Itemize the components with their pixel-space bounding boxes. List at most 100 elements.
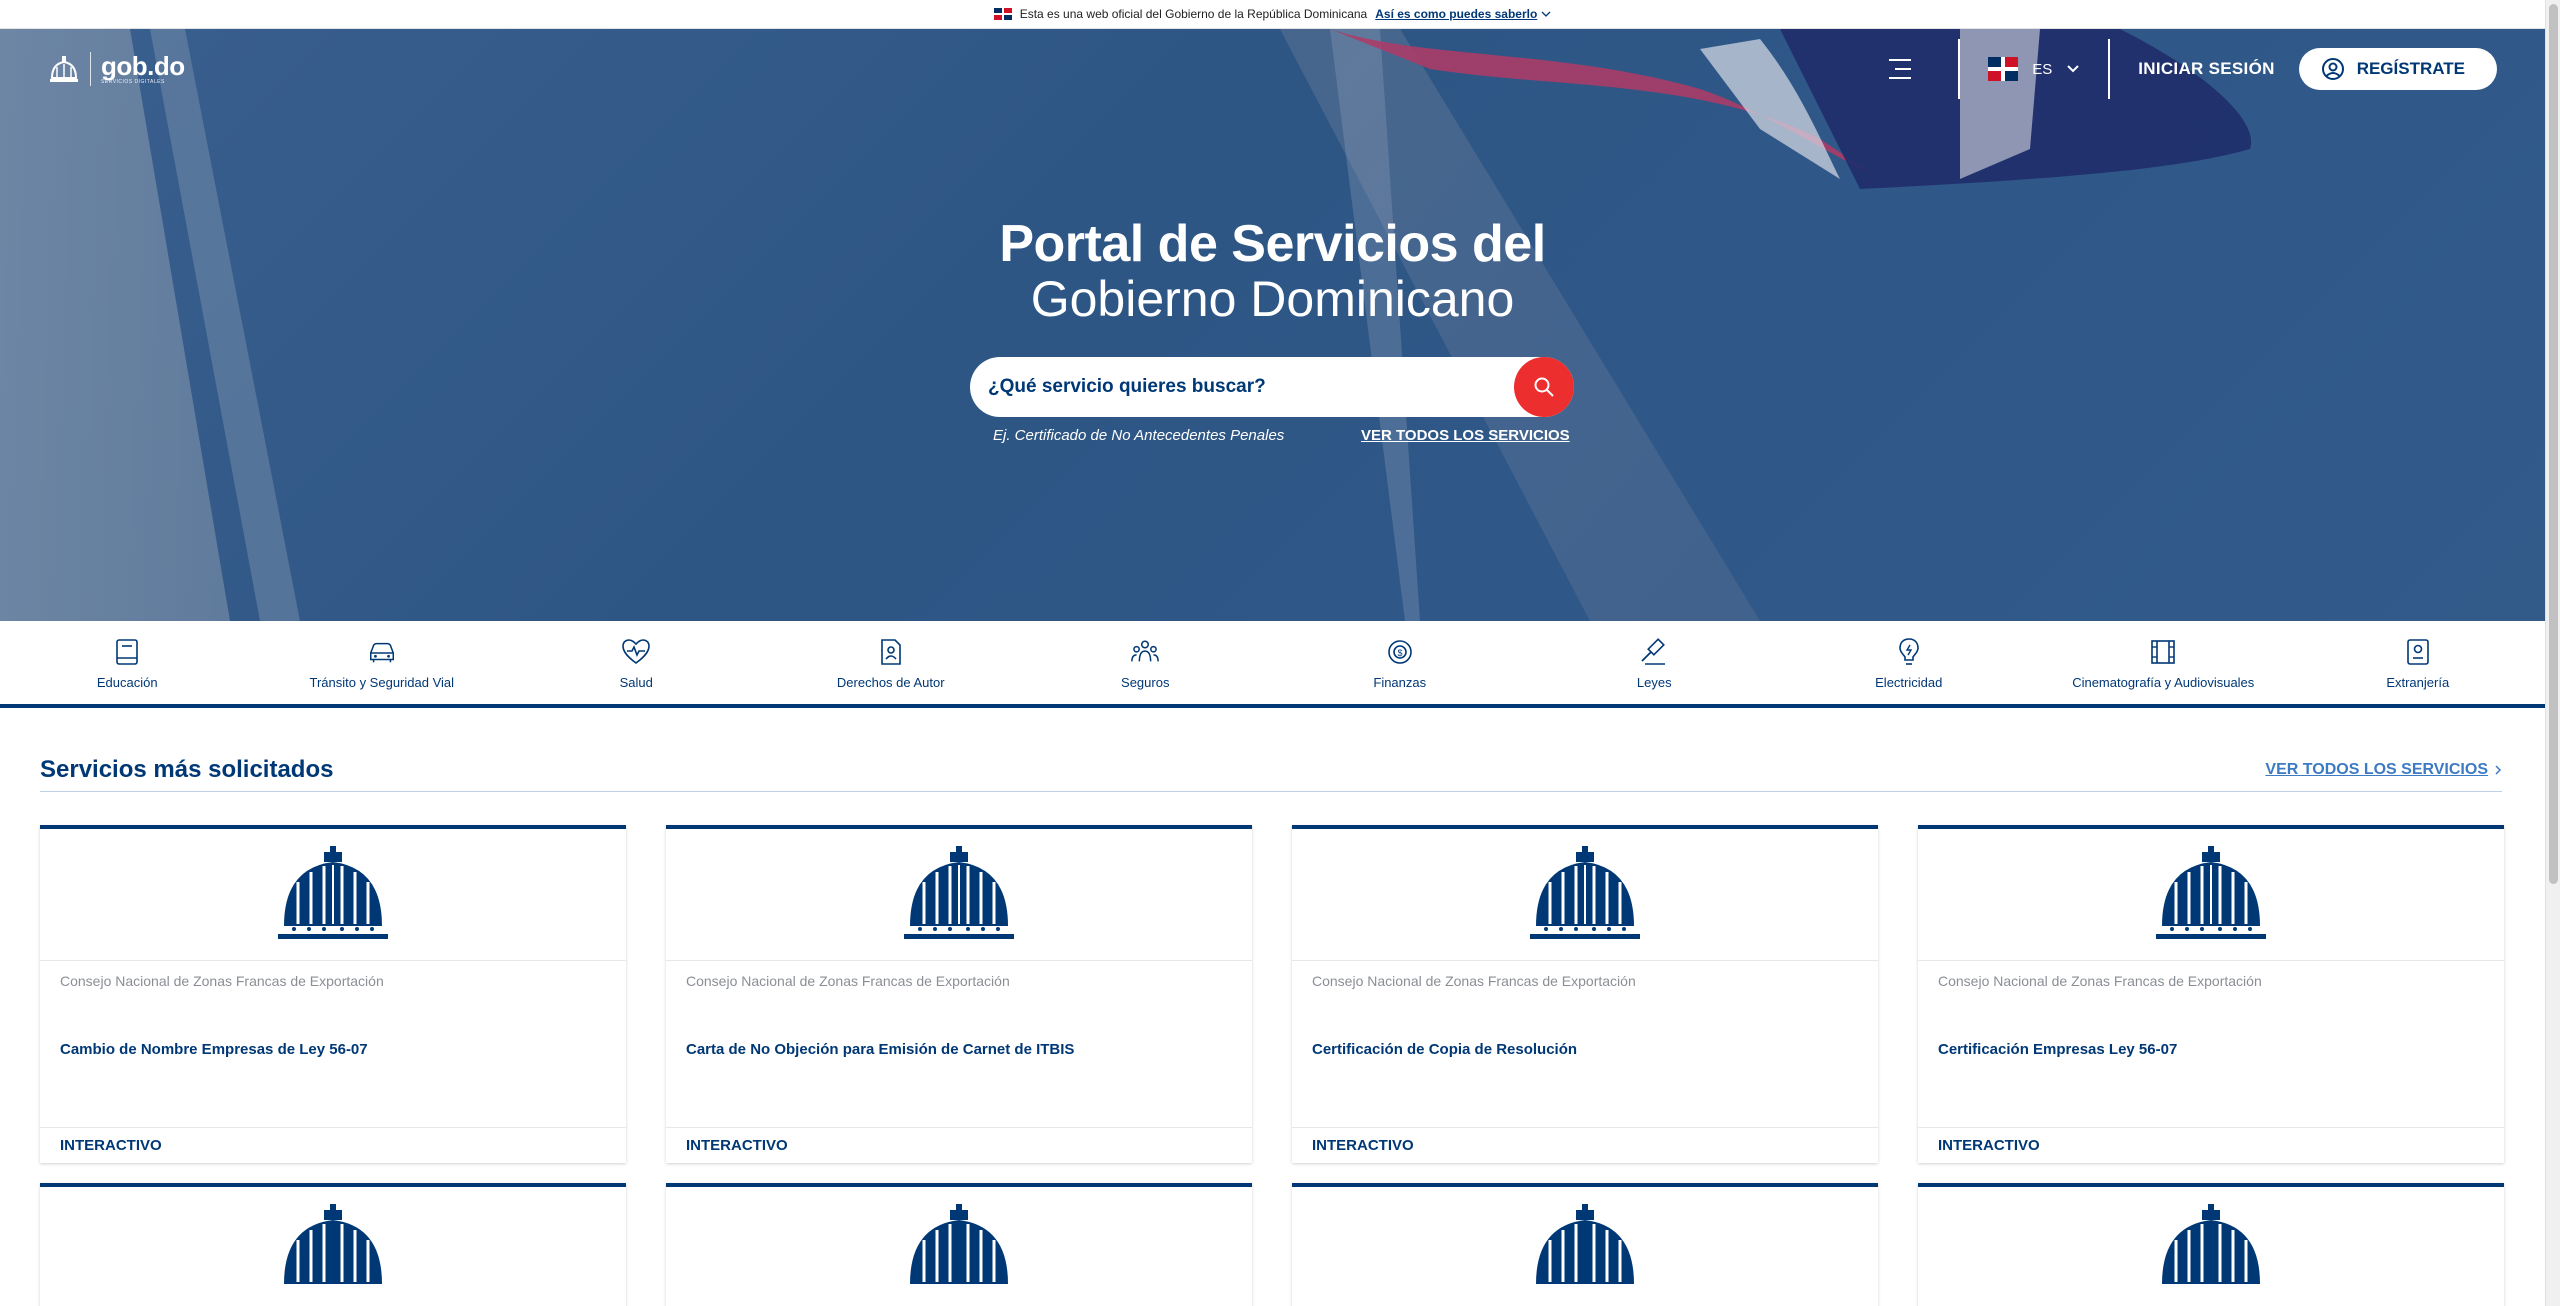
how-to-know-label: Así es como puedes saberlo	[1375, 7, 1538, 21]
category-label: Seguros	[1121, 675, 1170, 690]
all-services-link[interactable]: VER TODOS LOS SERVICIOS	[2265, 761, 2502, 779]
car-icon	[367, 637, 397, 667]
language-label: ES	[2032, 60, 2053, 78]
category-label: Cinematografía y Audiovisuales	[2072, 675, 2255, 690]
search-icon	[1534, 377, 1554, 397]
author-document-icon	[876, 637, 906, 667]
services-grid: Consejo Nacional de Zonas Francas de Exp…	[40, 825, 2506, 1306]
category-label: Extranjería	[2386, 675, 2450, 690]
service-card[interactable]: Consejo Nacional de Zonas Francas de Exp…	[40, 825, 626, 1163]
category-label: Electricidad	[1875, 675, 1943, 690]
service-card-image	[1292, 829, 1878, 961]
film-icon	[2148, 637, 2178, 667]
capitol-dome-icon	[910, 1204, 1008, 1284]
category-salud[interactable]: Salud	[509, 621, 764, 704]
service-card[interactable]	[40, 1183, 626, 1306]
service-card-image	[1918, 1187, 2504, 1306]
category-label: Derechos de Autor	[836, 675, 945, 690]
service-card-title: Certificación Empresas Ley 56-07	[1938, 1040, 2178, 1058]
category-leyes[interactable]: Leyes	[1527, 621, 1782, 704]
services-section-title: Servicios más solicitados	[40, 755, 334, 783]
language-selector[interactable]: ES	[1988, 57, 2080, 81]
capitol-dome-icon	[904, 845, 1014, 939]
logo-text: gob.do	[101, 51, 185, 81]
page-scrollbar[interactable]	[2545, 0, 2560, 1306]
category-label: Finanzas	[1373, 675, 1427, 690]
service-card[interactable]	[666, 1183, 1252, 1306]
capitol-dome-icon	[2156, 845, 2266, 939]
category-transito[interactable]: Tránsito y Seguridad Vial	[255, 621, 510, 704]
service-card-image	[666, 1187, 1252, 1306]
how-to-know-link[interactable]: Así es como puedes saberlo	[1375, 7, 1551, 21]
service-card-type: INTERACTIVO	[1292, 1127, 1878, 1163]
category-bar: Educación Tránsito y Seguridad Vial Salu…	[0, 621, 2545, 708]
chevron-right-icon	[2495, 764, 2502, 775]
scrollbar-thumb[interactable]	[2549, 4, 2558, 884]
category-cinematografia[interactable]: Cinematografía y Audiovisuales	[2036, 621, 2291, 704]
people-icon	[1130, 637, 1160, 667]
dominican-flag-icon	[993, 8, 1012, 20]
service-card[interactable]	[1292, 1183, 1878, 1306]
service-card[interactable]: Consejo Nacional de Zonas Francas de Exp…	[1292, 825, 1878, 1163]
official-banner-text: Esta es una web oficial del Gobierno de …	[1019, 7, 1368, 21]
all-services-link-hero[interactable]: VER TODOS LOS SERVICIOS	[1361, 427, 1570, 444]
service-card-image	[666, 829, 1252, 961]
service-card-organization: Consejo Nacional de Zonas Francas de Exp…	[1938, 973, 2262, 989]
header-divider	[2108, 39, 2111, 99]
heart-pulse-icon	[621, 637, 651, 667]
service-card[interactable]: Consejo Nacional de Zonas Francas de Exp…	[1918, 825, 2504, 1163]
services-section-header: Servicios más solicitados VER TODOS LOS …	[40, 748, 2502, 792]
dominican-flag-icon	[1988, 57, 2019, 81]
category-label: Leyes	[1636, 675, 1672, 690]
header-actions: ES INICIAR SESIÓN REGÍSTRATE	[1870, 29, 2497, 109]
logo-subtitle: SERVICIOS DIGITALES	[101, 79, 165, 85]
service-card[interactable]: Consejo Nacional de Zonas Francas de Exp…	[666, 825, 1252, 1163]
service-card-type: INTERACTIVO	[40, 1127, 626, 1163]
svg-text:$: $	[1397, 648, 1402, 658]
category-finanzas[interactable]: $ Finanzas	[1273, 621, 1528, 704]
category-label: Educación	[96, 675, 158, 690]
service-card-title: Certificación de Copia de Resolución	[1312, 1040, 1578, 1058]
category-label: Tránsito y Seguridad Vial	[309, 675, 455, 690]
hero-title: Portal de Servicios del Gobierno Dominic…	[0, 215, 2545, 325]
gob-do-logo[interactable]: gob.do SERVICIOS DIGITALES	[48, 52, 185, 86]
coins-icon: $	[1385, 637, 1415, 667]
capitol-dome-icon	[1530, 845, 1640, 939]
service-card-organization: Consejo Nacional de Zonas Francas de Exp…	[686, 973, 1010, 989]
official-banner: Esta es una web oficial del Gobierno de …	[0, 0, 2545, 29]
gavel-icon	[1639, 637, 1669, 667]
category-extranjeria[interactable]: Extranjería	[2291, 621, 2546, 704]
search-button[interactable]	[1514, 357, 1574, 417]
service-card-title: Cambio de Nombre Empresas de Ley 56-07	[60, 1040, 368, 1058]
search-box	[970, 357, 1574, 417]
government-seal-icon	[50, 56, 78, 82]
category-label: Salud	[619, 675, 653, 690]
chevron-down-icon	[2067, 65, 2079, 73]
site-header: gob.do SERVICIOS DIGITALES ES INICIAR SE…	[0, 29, 2545, 109]
capitol-dome-icon	[278, 845, 388, 939]
service-card-image	[40, 829, 626, 961]
search-input[interactable]	[988, 376, 1574, 398]
category-educacion[interactable]: Educación	[0, 621, 255, 704]
register-label: REGÍSTRATE	[2356, 59, 2465, 78]
service-card-image	[1918, 829, 2504, 961]
category-seguros[interactable]: Seguros	[1018, 621, 1273, 704]
register-button[interactable]: REGÍSTRATE	[2298, 48, 2497, 90]
all-services-label: VER TODOS LOS SERVICIOS	[2265, 760, 2488, 778]
capitol-dome-icon	[2162, 1204, 2260, 1284]
menu-button[interactable]	[1870, 39, 1930, 99]
capitol-dome-icon	[284, 1204, 382, 1284]
category-electricidad[interactable]: Electricidad	[1782, 621, 2037, 704]
category-derechos-autor[interactable]: Derechos de Autor	[764, 621, 1019, 704]
hamburger-menu-icon	[1889, 59, 1912, 79]
search-hint: Ej. Certificado de No Antecedentes Penal…	[993, 427, 1285, 444]
hero-title-line2: Gobierno Dominicano	[1030, 271, 1515, 327]
service-card-organization: Consejo Nacional de Zonas Francas de Exp…	[60, 973, 384, 989]
login-link[interactable]: INICIAR SESIÓN	[2138, 59, 2274, 79]
service-card-type: INTERACTIVO	[1918, 1127, 2504, 1163]
service-card-organization: Consejo Nacional de Zonas Francas de Exp…	[1312, 973, 1636, 989]
hero-title-line1: Portal de Servicios del	[999, 215, 1546, 273]
book-icon	[112, 637, 142, 667]
service-card[interactable]	[1918, 1183, 2504, 1306]
service-card-image	[40, 1187, 626, 1306]
